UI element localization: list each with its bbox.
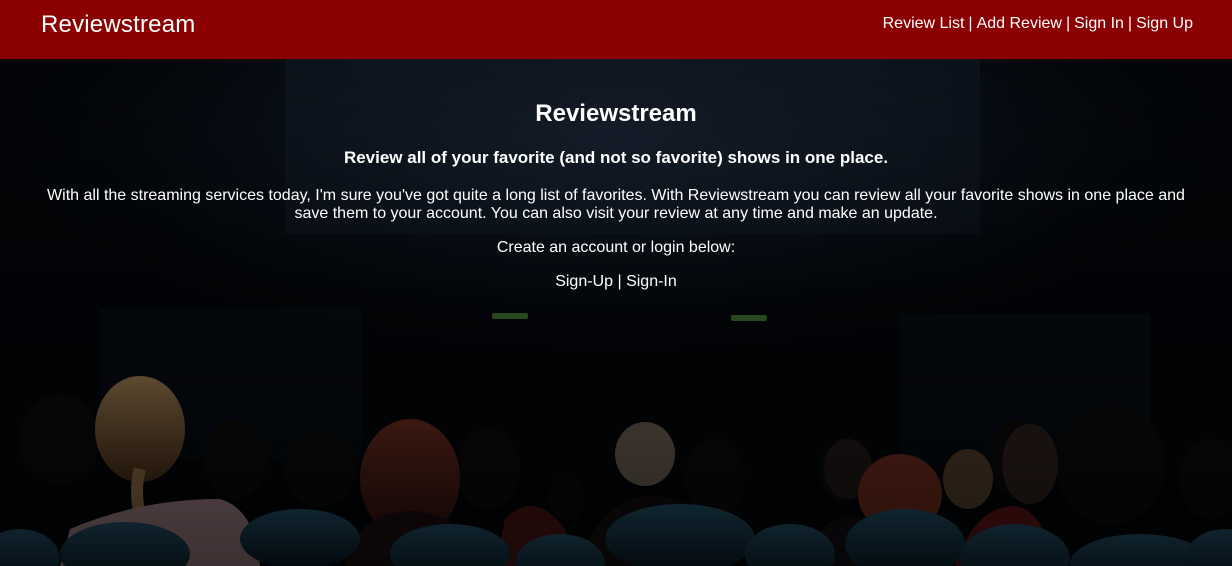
nav-separator: | [1065, 15, 1071, 32]
nav-add-review-link[interactable]: Add Review [977, 15, 1062, 32]
hero-subtitle: Review all of your favorite (and not so … [343, 148, 889, 167]
nav-review-list-link[interactable]: Review List [883, 15, 965, 32]
nav-sign-up-link[interactable]: Sign Up [1136, 15, 1193, 32]
nav-separator: | [1127, 15, 1133, 32]
nav-sign-in-link[interactable]: Sign In [1074, 15, 1124, 32]
nav-separator: | [968, 15, 973, 32]
theater-audience-illustration [0, 59, 1232, 566]
hero-title: Reviewstream [535, 100, 697, 127]
page: Reviewstream Review List | Add Review | Sign… [0, 0, 1232, 566]
hero-sign-in-link[interactable]: Sign-In [626, 273, 677, 290]
hero-description: With all the streaming services today, I… [47, 187, 1185, 222]
hero-sign-up-link[interactable]: Sign-Up [555, 273, 613, 290]
hero-background-image [0, 59, 1232, 566]
top-navbar: Reviewstream Review List | Add Review | Sign… [0, 0, 1232, 59]
brand-logo-link[interactable]: Reviewstream [41, 11, 195, 39]
hero-auth-links: Sign-Up | Sign-In [0, 273, 1232, 291]
hero-link-separator: | [617, 273, 622, 290]
nav-links: Review List | Add Review | Sign In | Sign Up [883, 15, 1193, 33]
hero-cta-text: Create an account or login below: [496, 239, 736, 256]
